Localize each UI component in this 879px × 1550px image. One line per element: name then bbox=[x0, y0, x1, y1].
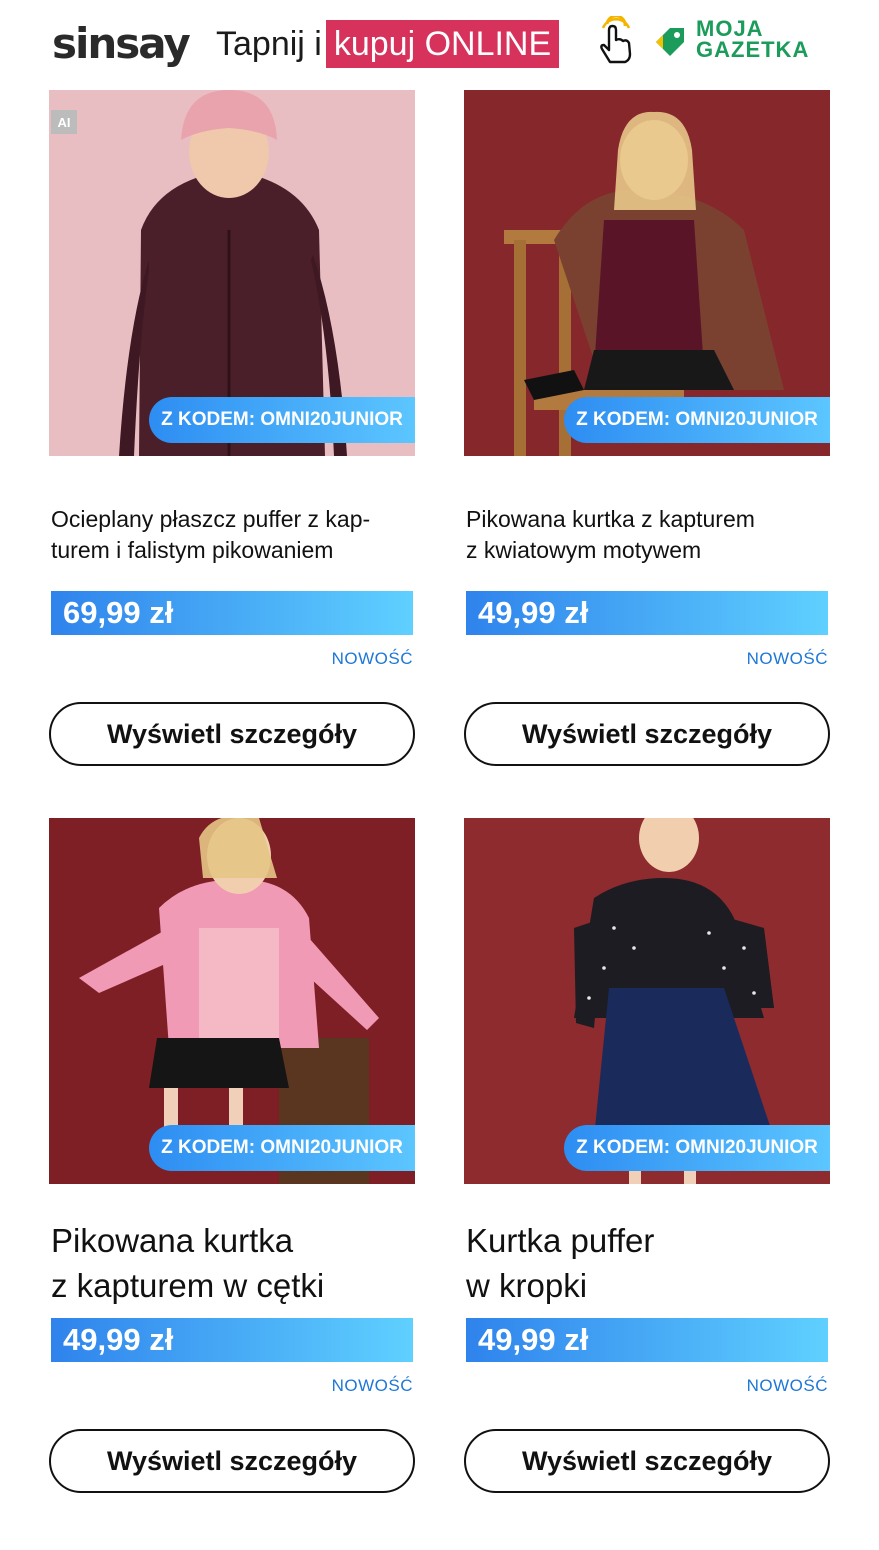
product-title-line: Pikowana kurtka z kapturem bbox=[466, 506, 755, 532]
product-price: 69,99 zł bbox=[51, 591, 413, 635]
product-price: 49,99 zł bbox=[51, 1318, 413, 1362]
product-photo[interactable]: Z KODEM: OMNI20JUNIOR bbox=[49, 818, 415, 1184]
product-title-line: Ocieplany płaszcz puffer z kap- bbox=[51, 506, 371, 532]
promo-code-badge: Z KODEM: OMNI20JUNIOR bbox=[149, 1125, 415, 1171]
new-badge: NOWOŚĆ bbox=[331, 649, 413, 668]
tagline-text: Tapnij i bbox=[216, 25, 322, 63]
view-details-button[interactable]: Wyświetl szczegóły bbox=[49, 702, 415, 766]
product-title[interactable]: Ocieplany płaszcz puffer z kap- turem i … bbox=[51, 504, 370, 566]
product-title[interactable]: Pikowana kurtka z kapturem w cętki bbox=[51, 1218, 324, 1308]
product-title-line: turem i falistym pikowaniem bbox=[51, 537, 334, 563]
product-title-line: z kapturem w cętki bbox=[51, 1267, 325, 1304]
product-photo[interactable]: Z KODEM: OMNI20JUNIOR bbox=[464, 818, 830, 1184]
view-details-button[interactable]: Wyświetl szczegóły bbox=[464, 1429, 830, 1493]
product-title[interactable]: Pikowana kurtka z kapturem z kwiatowym m… bbox=[466, 504, 755, 566]
sinsay-logo[interactable]: sinsay bbox=[52, 18, 191, 70]
online-tagline[interactable]: Tapnij i kupuj ONLINE bbox=[216, 20, 560, 68]
promo-code-badge: Z KODEM: OMNI20JUNIOR bbox=[564, 397, 830, 443]
price-tag-icon bbox=[656, 28, 684, 56]
view-details-button[interactable]: Wyświetl szczegóły bbox=[464, 702, 830, 766]
product-title-line: w kropki bbox=[466, 1267, 588, 1304]
new-badge: NOWOŚĆ bbox=[746, 649, 828, 668]
partner-logo-line-1: MOJA bbox=[696, 16, 764, 41]
new-badge: NOWOŚĆ bbox=[331, 1376, 413, 1395]
product-photo[interactable]: AI Z KODEM: OMNI20JUNIOR bbox=[49, 90, 415, 456]
product-title-line: Kurtka puffer bbox=[466, 1222, 655, 1259]
promo-code-badge: Z KODEM: OMNI20JUNIOR bbox=[564, 1125, 830, 1171]
view-details-button[interactable]: Wyświetl szczegóły bbox=[49, 1429, 415, 1493]
product-title[interactable]: Kurtka puffer w kropki bbox=[466, 1218, 654, 1308]
partner-logo-text: MOJA GAZETKA bbox=[696, 16, 810, 62]
ai-badge: AI bbox=[51, 110, 77, 134]
new-badge: NOWOŚĆ bbox=[746, 1376, 828, 1395]
product-title-line: z kwiatowym motywem bbox=[466, 537, 702, 563]
promo-code-badge: Z KODEM: OMNI20JUNIOR bbox=[149, 397, 415, 443]
tagline-highlight: kupuj ONLINE bbox=[325, 20, 560, 68]
product-photo[interactable]: Z KODEM: OMNI20JUNIOR bbox=[464, 90, 830, 456]
pointing-hand-icon bbox=[600, 16, 632, 64]
product-price: 49,99 zł bbox=[466, 1318, 828, 1362]
moja-gazetka-logo[interactable]: MOJA GAZETKA bbox=[652, 18, 832, 64]
partner-logo-line-2: GAZETKA bbox=[696, 37, 810, 62]
product-price: 49,99 zł bbox=[466, 591, 828, 635]
product-title-line: Pikowana kurtka bbox=[51, 1222, 294, 1259]
header: sinsay Tapnij i kupuj ONLINE MOJA GAZETKA bbox=[0, 0, 879, 90]
